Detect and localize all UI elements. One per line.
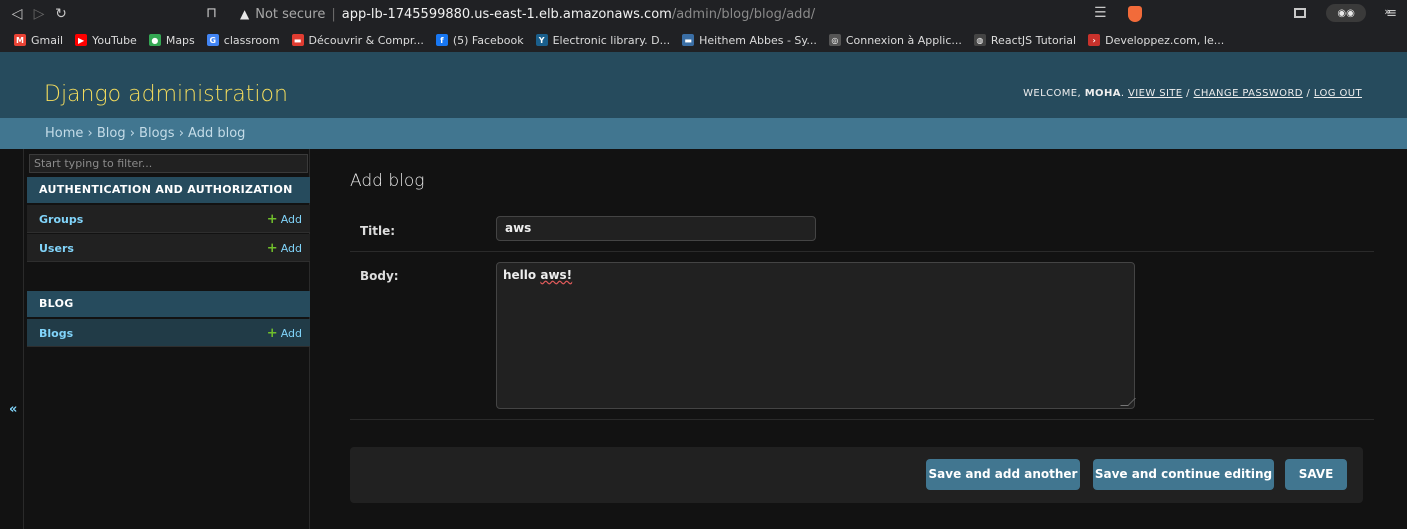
bookmark-label: Découvrir & Compr... [308,33,424,47]
username: MOHA [1084,88,1121,99]
url-path: /admin/blog/blog/add/ [671,6,816,22]
title-input[interactable]: aws [496,216,816,241]
resize-handle-icon[interactable] [1120,398,1136,406]
add-label: Add [280,242,302,255]
bookmark-item[interactable]: Gclassroom [206,33,280,47]
private-window-icon[interactable]: ◉◉ [1326,4,1367,22]
breadcrumb[interactable]: Home › Blog › Blogs › Add blog [0,118,1407,149]
body-text-misspelled: aws! [540,268,573,282]
globe-icon: ◎ [828,34,841,46]
bookmark-page-icon[interactable]: ⊓ [206,5,217,21]
bookmark-item[interactable]: M Gmail [14,34,63,47]
plus-icon: + [266,326,278,341]
bookmark-item[interactable]: ▬ Découvrir & Compr... [291,33,424,47]
nav-sidebar: Start typing to filter... AUTHENTICATION… [24,149,310,529]
model-link-groups[interactable]: Groups [39,213,83,226]
security-status: Not secure [255,6,326,22]
model-link-blogs[interactable]: Blogs [39,327,73,340]
google-icon: G [206,34,219,46]
plus-icon: + [266,241,278,256]
bookmark-item[interactable]: Y Electronic library. D... [535,33,671,47]
body-text: hello [503,268,541,282]
log-out-link[interactable]: LOG OUT [1314,88,1362,99]
module-header-auth[interactable]: AUTHENTICATION AND AUTHORIZATION [27,177,310,203]
sidebar-item-users[interactable]: Users + Add [27,234,310,262]
add-label: Add [280,213,302,226]
sidebar-collapse-toggle[interactable]: « [0,149,24,529]
user-tools-separator: / [1186,88,1190,99]
body-label: Body: [360,269,399,283]
submit-row: Save and add another Save and continue e… [350,447,1363,503]
reload-icon[interactable]: ↻ [50,6,72,22]
save-and-continue-button[interactable]: Save and continue editing [1093,459,1274,490]
admin-header: Django administration WELCOME, MOHA. VIE… [0,52,1407,118]
title-label: Title: [360,224,396,238]
bookmark-label: (5) Facebook [452,33,524,47]
gmail-icon: M [14,34,26,46]
sidebar-item-groups[interactable]: Groups + Add [27,205,310,233]
page-title: Add blog [350,171,425,191]
save-and-add-another-button[interactable]: Save and add another [926,459,1080,490]
address-bar[interactable]: ▲ Not secure | app-lb-1745599880.us-east… [240,3,1178,25]
add-blogs-link[interactable]: + Add [267,326,302,341]
sidebar-filter-input[interactable]: Start typing to filter... [29,154,308,173]
bookmark-item[interactable]: ● Maps [148,33,195,47]
main-content: Add blog Title: aws Body: hello aws! Sav… [311,149,1407,529]
bookmark-label: Maps [165,33,195,47]
site-name[interactable]: Django administration [44,82,288,107]
plus-icon: + [266,212,278,227]
module-header-blog[interactable]: BLOG [27,291,310,317]
facebook-icon: f [435,34,448,46]
bookmarks-overflow-icon[interactable]: » [1384,5,1391,18]
maps-icon: ● [148,34,161,46]
site-icon: ▬ [291,34,304,46]
bookmark-item[interactable]: ◍ ReactJS Tutorial [973,33,1077,47]
library-icon: Y [535,34,548,46]
brave-shield-icon[interactable] [1128,6,1142,22]
url-host: app-lb-1745599880.us-east-1.elb.amazonaw… [341,6,672,22]
bookmark-label: classroom [223,33,280,47]
double-chevron-left-icon[interactable]: « [9,402,17,417]
browser-right-tools: ◉◉ ≡ [1294,4,1397,22]
add-users-link[interactable]: + Add [267,241,302,256]
bookmark-item[interactable]: › Developpez.com, le... [1088,34,1224,47]
model-link-users[interactable]: Users [39,242,74,255]
bookmark-label: Gmail [31,33,64,47]
reader-mode-icon[interactable]: ☰ [1094,5,1107,21]
developpez-icon: › [1088,34,1101,46]
back-icon[interactable]: ◁ [6,6,28,22]
url-separator: | [331,6,336,22]
add-label: Add [280,327,302,340]
bookmark-label: YouTube [92,33,137,47]
bookmarks-bar: M Gmail ▶ YouTube ● Maps Gclassroom ▬ Découvrir … [0,28,1407,52]
user-tools: WELCOME, MOHA. VIEW SITE / CHANGE PASSWO… [1023,88,1362,99]
bookmark-item[interactable]: ▶ YouTube [75,34,137,47]
sidebar-item-blogs[interactable]: Blogs + Add [27,319,310,347]
change-password-link[interactable]: CHANGE PASSWORD [1194,88,1303,99]
youtube-icon: ▶ [75,34,88,46]
view-site-link[interactable]: VIEW SITE [1128,88,1183,99]
add-groups-link[interactable]: + Add [267,212,302,227]
bookmark-label: Connexion à Applic... [845,33,962,47]
site-icon: ▬ [682,34,695,46]
warning-icon: ▲ [240,7,250,21]
body-textarea[interactable]: hello aws! [496,262,1136,409]
bookmark-item[interactable]: f (5) Facebook [435,33,524,47]
user-tools-separator: / [1306,88,1311,99]
bookmark-label: ReactJS Tutorial [990,33,1077,47]
bookmark-item[interactable]: ◎ Connexion à Applic... [828,33,962,47]
bookmark-label: Developpez.com, le... [1105,33,1225,47]
bookmark-item[interactable]: ▬ Heithem Abbes - Sy... [682,34,817,47]
sidebar-toggle-icon[interactable] [1294,8,1307,18]
bookmark-label: Electronic library. D... [552,33,671,47]
forward-icon[interactable]: ▷ [28,6,50,22]
save-button[interactable]: SAVE [1285,459,1347,490]
react-icon: ◍ [973,34,986,46]
welcome-text: WELCOME, [1023,88,1082,99]
bookmark-label: Heithem Abbes - Sy... [699,33,817,47]
